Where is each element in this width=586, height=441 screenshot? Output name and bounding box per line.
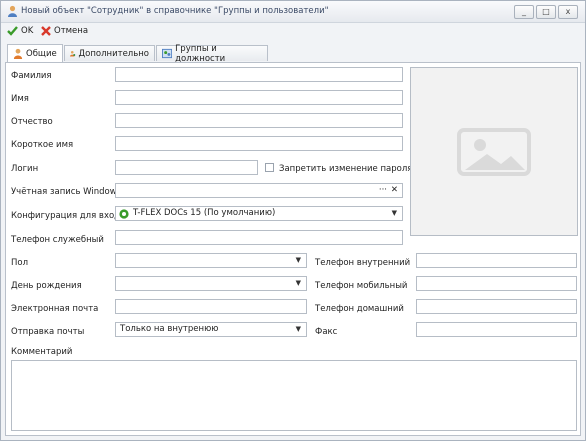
internal-phone-input[interactable] bbox=[416, 253, 577, 268]
dropdown-arrow-icon[interactable]: ▼ bbox=[296, 254, 301, 267]
short-name-label: Короткое имя bbox=[11, 140, 74, 150]
home-phone-input[interactable] bbox=[416, 299, 577, 314]
browse-button[interactable]: ··· bbox=[379, 184, 387, 197]
middle-name-input[interactable] bbox=[115, 113, 403, 128]
maximize-button[interactable]: □ bbox=[536, 5, 556, 19]
tab-groups-positions[interactable]: Группы и должности bbox=[156, 43, 268, 64]
close-button[interactable]: x bbox=[558, 5, 578, 19]
window-title: Новый объект "Сотрудник" в справочнике "… bbox=[21, 6, 329, 16]
clear-button[interactable]: ✕ bbox=[391, 184, 398, 197]
image-placeholder-icon bbox=[457, 128, 531, 176]
comment-textarea[interactable] bbox=[11, 360, 577, 431]
comment-label: Комментарий bbox=[11, 347, 73, 357]
mobile-phone-input[interactable] bbox=[416, 276, 577, 291]
tflex-docs-icon bbox=[119, 209, 129, 219]
internal-phone-label: Телефон внутренний bbox=[315, 258, 411, 268]
dropdown-arrow-icon[interactable]: ▼ bbox=[392, 207, 397, 220]
windows-account-label: Учётная запись Windows bbox=[11, 187, 122, 197]
toolbar: OK Отмена bbox=[1, 23, 585, 43]
mobile-phone-label: Телефон мобильный bbox=[315, 281, 408, 291]
tab-additional[interactable]: Дополнительно bbox=[64, 45, 155, 61]
first-name-input[interactable] bbox=[115, 90, 403, 105]
fax-label: Факс bbox=[315, 327, 338, 337]
user-icon bbox=[8, 5, 17, 17]
last-name-label: Фамилия bbox=[11, 71, 52, 81]
config-value: T-FLEX DOCs 15 (По умолчанию) bbox=[133, 208, 276, 218]
work-phone-input[interactable] bbox=[115, 230, 403, 245]
short-name-input[interactable] bbox=[115, 136, 403, 151]
forbid-password-checkbox[interactable] bbox=[265, 163, 274, 172]
user-icon bbox=[13, 48, 23, 59]
email-label: Электронная почта bbox=[11, 304, 99, 314]
config-select[interactable]: T-FLEX DOCs 15 (По умолчанию) ▼ bbox=[115, 206, 403, 221]
gender-select[interactable]: ▼ bbox=[115, 253, 307, 268]
work-phone-label: Телефон служебный bbox=[11, 235, 104, 245]
ok-label: OK bbox=[21, 26, 34, 36]
minimize-button[interactable]: _ bbox=[514, 5, 534, 19]
birthday-label: День рождения bbox=[11, 281, 82, 291]
mail-send-select[interactable]: Только на внутренюю ▼ bbox=[115, 322, 307, 337]
dropdown-arrow-icon[interactable]: ▼ bbox=[296, 323, 301, 336]
photo-box[interactable] bbox=[410, 67, 578, 236]
tab-label: Дополнительно bbox=[78, 48, 150, 59]
middle-name-label: Отчество bbox=[11, 117, 53, 127]
cancel-button[interactable]: Отмена bbox=[41, 26, 88, 36]
config-label: Конфигурация для входа bbox=[11, 211, 126, 221]
dialog-window: Новый объект "Сотрудник" в справочнике "… bbox=[0, 0, 586, 441]
mail-send-label: Отправка почты bbox=[11, 327, 85, 337]
forbid-password-label: Запретить изменение пароля bbox=[279, 164, 413, 174]
home-phone-label: Телефон домашний bbox=[315, 304, 404, 314]
login-input[interactable] bbox=[115, 160, 258, 175]
cancel-label: Отмена bbox=[54, 26, 89, 36]
mail-send-value: Только на внутренюю bbox=[120, 324, 219, 334]
dropdown-arrow-icon[interactable]: ▼ bbox=[296, 277, 301, 290]
tab-label: Группы и должности bbox=[175, 43, 226, 64]
login-label: Логин bbox=[11, 164, 39, 174]
tab-label: Общие bbox=[26, 48, 57, 59]
cancel-x-icon bbox=[41, 26, 51, 36]
user-settings-icon bbox=[70, 50, 76, 57]
first-name-label: Имя bbox=[11, 94, 29, 104]
tab-general[interactable]: Общие bbox=[7, 44, 63, 62]
gender-label: Пол bbox=[11, 258, 29, 268]
windows-account-input[interactable]: ··· ✕ bbox=[115, 183, 403, 198]
ok-button[interactable]: OK bbox=[7, 26, 33, 36]
birthday-select[interactable]: ▼ bbox=[115, 276, 307, 291]
last-name-input[interactable] bbox=[115, 67, 403, 82]
tab-strip: Общие Дополнительно Группы и должности bbox=[5, 43, 581, 64]
general-panel: Фамилия Имя Отчество Короткое имя Логин … bbox=[5, 62, 581, 436]
title-bar: Новый объект "Сотрудник" в справочнике "… bbox=[1, 1, 585, 23]
checkmark-icon bbox=[7, 26, 18, 36]
email-input[interactable] bbox=[115, 299, 307, 314]
fax-input[interactable] bbox=[416, 322, 577, 337]
groups-icon bbox=[162, 48, 173, 59]
